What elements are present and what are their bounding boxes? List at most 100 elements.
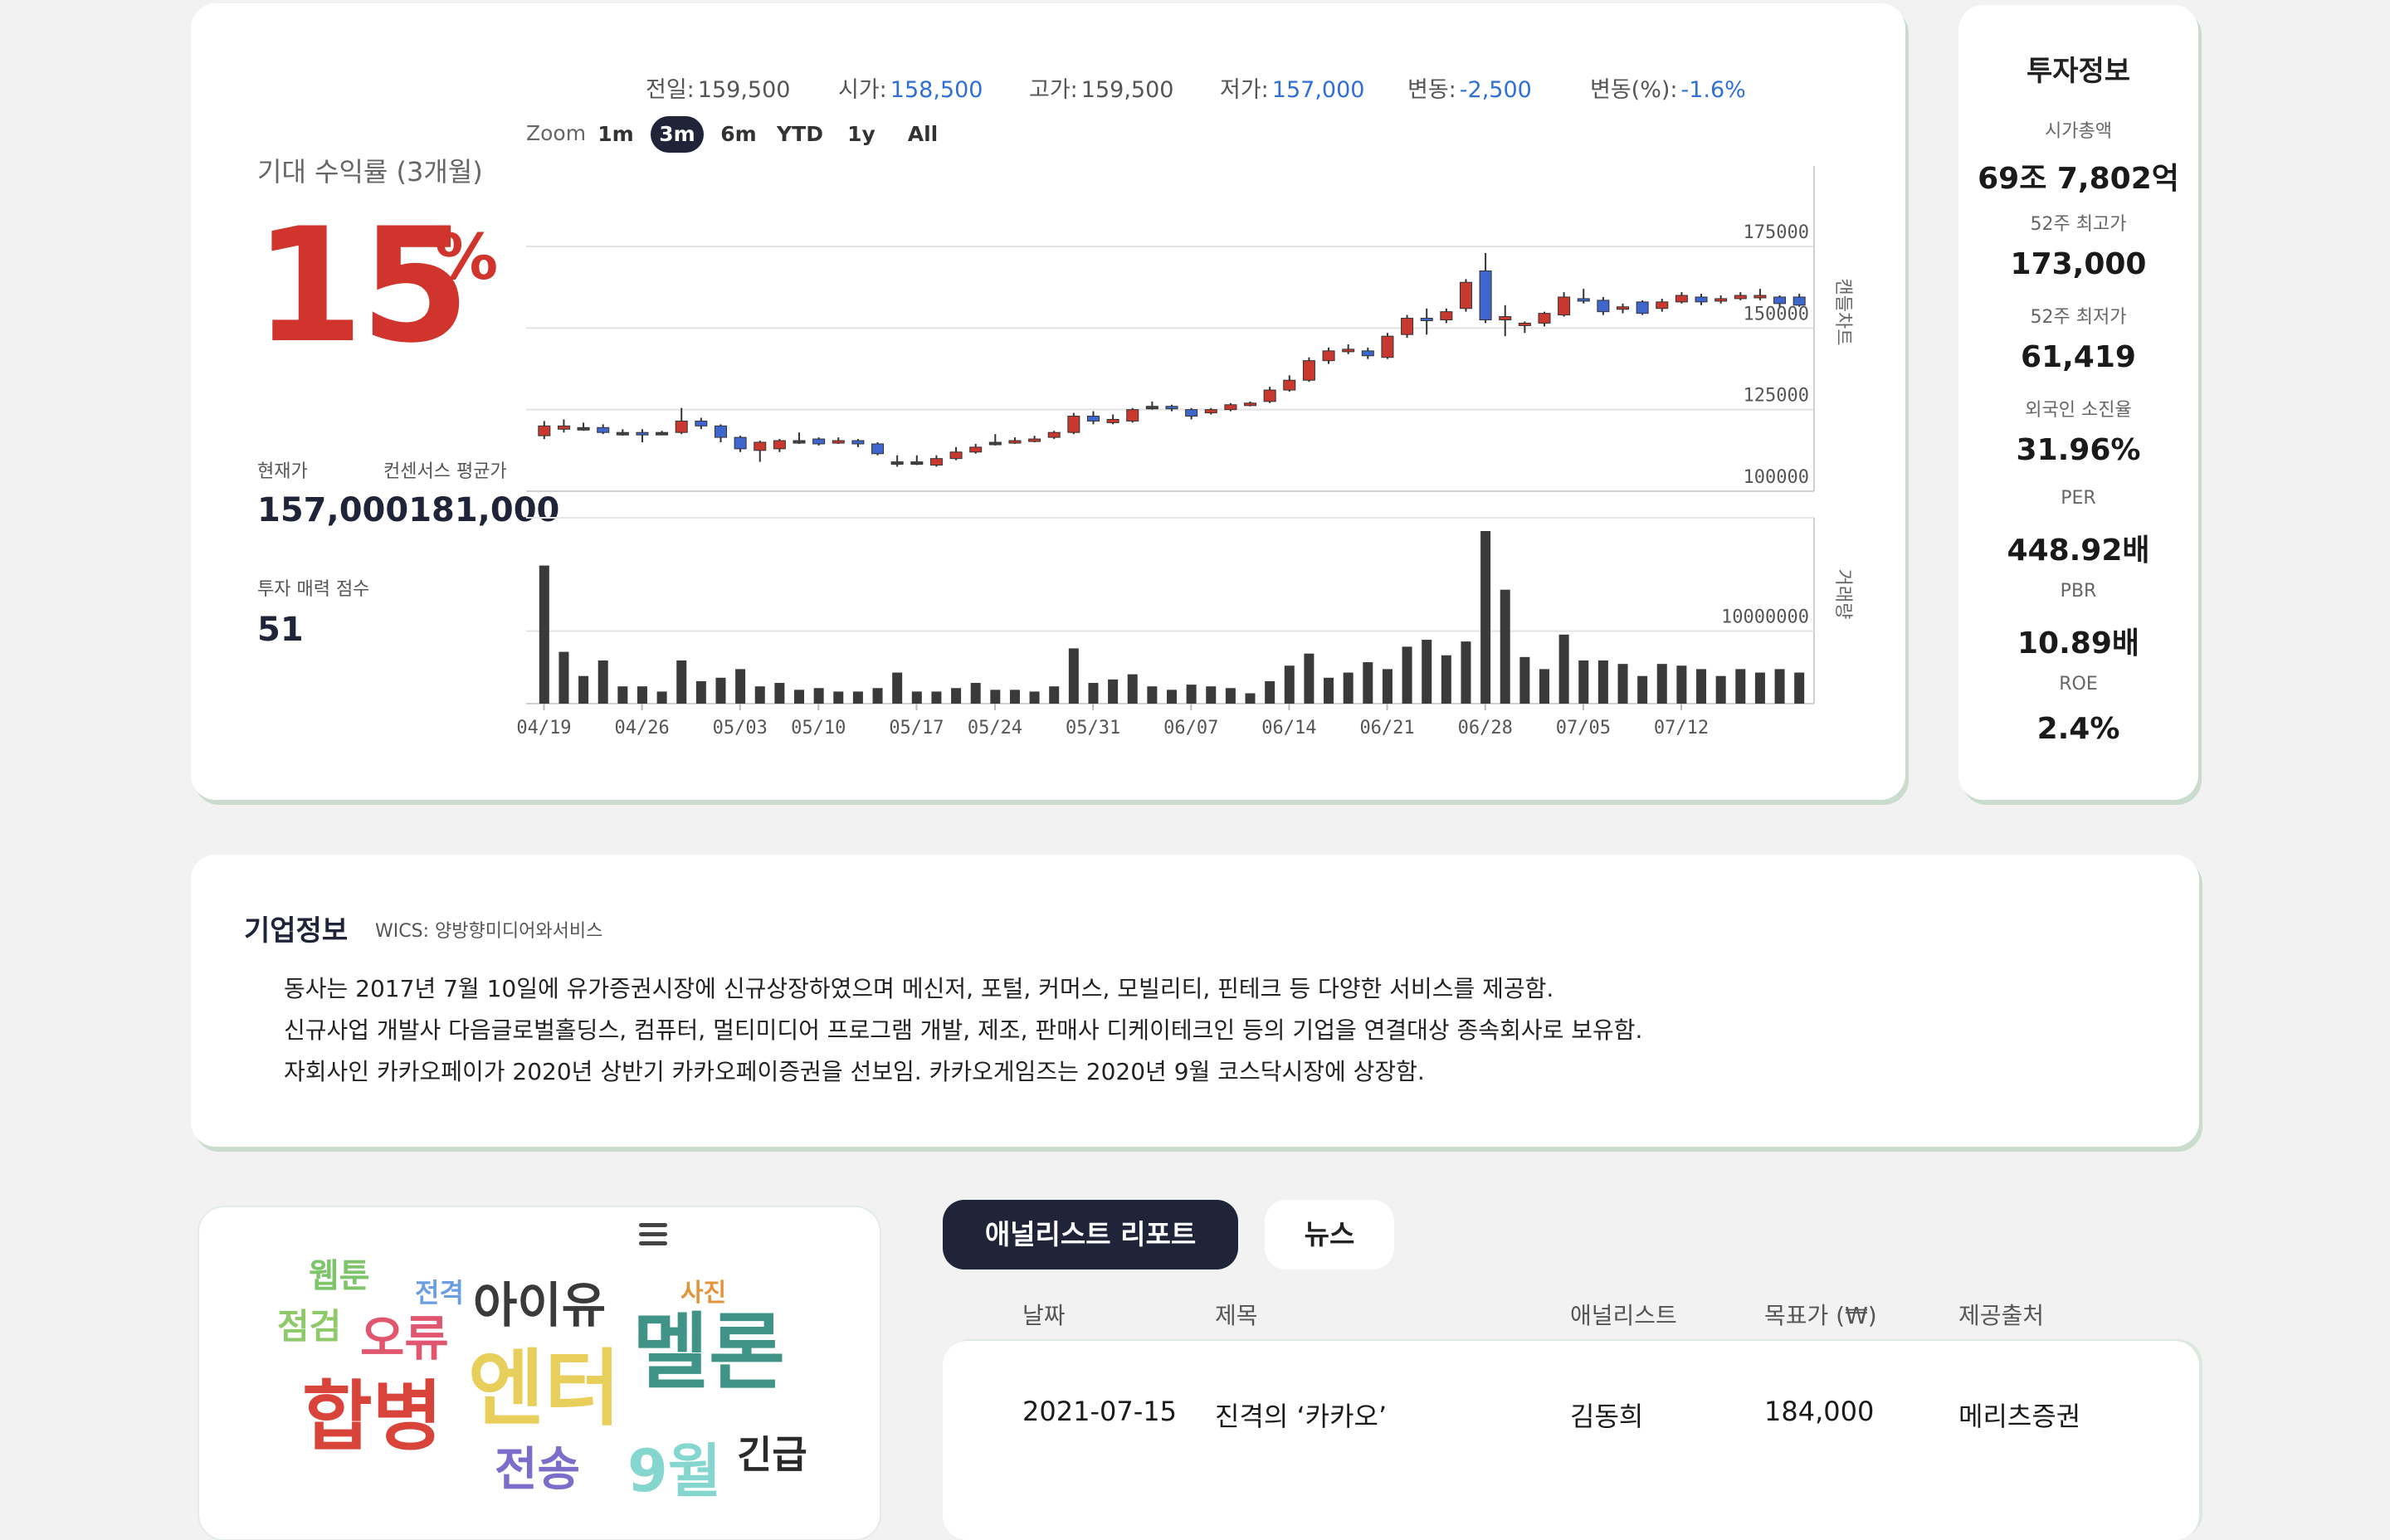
candle-body [1734,295,1747,300]
x-tick-label: 06/21 [1359,718,1414,738]
volume-bar [539,565,549,704]
low-52w-value: 61,419 [2021,340,2136,374]
candle-body [577,426,590,431]
price-axis-title: 캔들차트 [1832,279,1853,346]
volume-bar [1265,680,1275,704]
wics-label: WICS: 양방향미디어와서비스 [375,921,603,942]
volume-bar [1225,688,1236,704]
x-tick-label: 07/12 [1654,718,1709,738]
keyword[interactable]: 점검 [277,1309,341,1344]
candle-body [714,425,727,438]
keyword[interactable]: 전격 [415,1279,464,1306]
volume-bar [1088,683,1099,704]
keyword[interactable]: 사진 [680,1281,726,1306]
volume-bar [735,669,746,704]
candle-body [773,440,786,450]
volume-bar [617,686,628,704]
x-tick-label: 05/31 [1066,718,1120,738]
volume-bar [1324,677,1334,704]
volume-bar [1637,675,1648,704]
candle-body [1459,281,1472,309]
invest-info-title: 투자정보 [2026,55,2131,88]
keyword[interactable]: 멜론 [632,1311,785,1394]
table-row[interactable] [943,1341,2199,1540]
row-date: 2021-07-15 [1022,1396,1177,1427]
candle-body [1636,301,1649,314]
volume-bar [970,683,981,704]
keyword[interactable]: 9월 [627,1442,721,1500]
volume-bar [833,691,844,704]
candle-body [1106,418,1119,423]
row-source: 메리츠증권 [1958,1401,2081,1432]
volume-bar [578,675,589,704]
volume-bar [1108,679,1119,704]
candle-body [1263,389,1276,402]
candle-body [812,438,826,445]
candle-body [871,443,885,455]
col-date-header: 날짜 [1022,1302,1066,1329]
candle-body [1401,318,1414,335]
volume-bar [1656,664,1667,704]
candle-body [949,451,963,460]
candle-body [557,425,570,430]
volume-bar [656,691,667,704]
row-target-price: 184,000 [1764,1396,1875,1427]
keyword[interactable]: 긴급 [737,1435,807,1474]
row-title[interactable]: 진격의 ‘카카오’ [1215,1396,1387,1434]
volume-bar [1382,669,1393,704]
company-info-title: 기업정보 [244,914,349,948]
keyword[interactable]: 합병 [302,1379,442,1455]
volume-bar [1676,665,1687,704]
x-tick-label: 06/28 [1458,718,1513,738]
volume-bar [598,660,608,704]
candle-body [890,461,904,465]
volume-bar [1422,640,1432,704]
volume-bar [1794,672,1805,704]
candle-body [1420,318,1433,322]
candle-body [1165,406,1178,410]
candle-body [969,446,983,453]
candle-body [1028,438,1041,442]
col-title-header: 제목 [1215,1302,1258,1329]
candle-body [1597,300,1610,313]
volume-bar [1441,655,1451,704]
keyword[interactable]: 전송 [495,1447,580,1494]
hamburger-menu-icon[interactable] [639,1223,667,1246]
x-tick-label: 05/24 [968,718,1022,738]
candle-body [1361,350,1374,357]
candle-body [1244,402,1257,407]
volume-bar [715,677,726,704]
keyword[interactable]: 엔터 [468,1348,621,1430]
candle-body [1656,301,1669,309]
volume-bar [1617,664,1628,704]
candle-body [1381,335,1394,358]
candle-body [1126,409,1139,422]
foreign-ratio-label: 외국인 소진율 [2025,400,2132,421]
volume-bar [1186,685,1197,704]
candle-body [1558,296,1571,316]
candle-body [1086,416,1100,422]
volume-bar [813,688,824,704]
candle-body [656,431,669,436]
volume-bar [1500,589,1510,704]
candle-body [754,441,767,451]
tab-analyst-report[interactable]: 애널리스트 리포트 [943,1200,1238,1270]
volume-bar [990,690,1001,704]
volume-bar [1363,662,1373,704]
candle-body [1204,409,1217,414]
volume-bar [1206,686,1217,704]
col-target-header: 목표가 (₩) [1764,1302,1877,1329]
candle-body [1302,360,1315,381]
candle-body [1617,306,1630,310]
tab-news[interactable]: 뉴스 [1265,1200,1394,1270]
keyword[interactable]: 웹툰 [309,1260,370,1293]
keyword[interactable]: 오류 [360,1314,449,1362]
volume-bar [1754,672,1765,704]
price-tick-label: 125000 [1744,386,1809,407]
candle-body [1047,431,1061,438]
candle-body [910,461,924,465]
x-tick-label: 04/26 [614,718,669,738]
candle-body [793,440,806,444]
price-tick-label: 150000 [1744,304,1809,324]
keyword[interactable]: 아이유 [473,1281,606,1329]
